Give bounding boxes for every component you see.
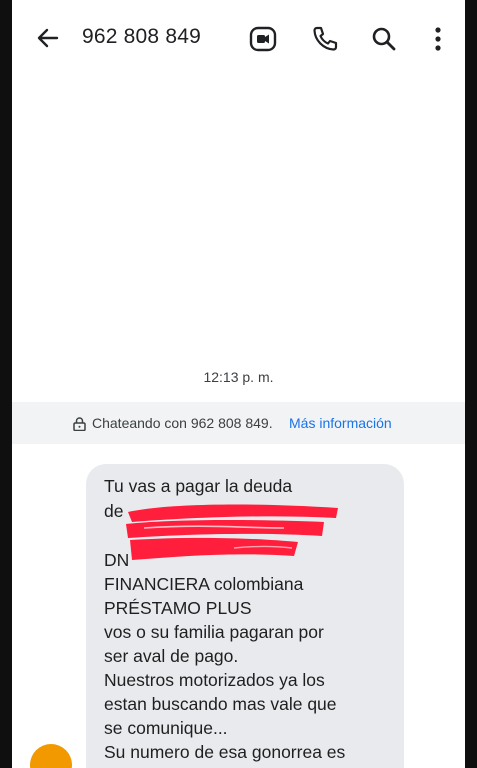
message-timestamp: 12:13 p. m. [203, 369, 274, 385]
message-line: FINANCIERA colombiana [104, 574, 304, 594]
redaction-scribble [126, 504, 338, 560]
message-line: PRÉSTAMO PLUS [104, 598, 252, 618]
message-line: vos o su familia pagaran por [104, 622, 324, 642]
app-bar: 962 808 849 [12, 0, 465, 78]
message-line: Tu vas a pagar la deuda [104, 476, 293, 496]
chatting-with-text: Chateando con 962 808 849. [92, 415, 273, 431]
message-line: Nuestros motorizados ya los [104, 670, 325, 690]
message-line: se comunique... [104, 718, 228, 738]
message-line: Su numero de esa gonorrea es [104, 742, 346, 762]
messages-screen: 962 808 849 12:13 p. m. Chateando con 96… [12, 0, 465, 768]
message-line: ser aval de pago. [104, 646, 239, 666]
message-line: estan buscando mas vale que [104, 694, 337, 714]
sender-avatar [30, 744, 72, 768]
more-info-link[interactable]: Más información [289, 415, 392, 431]
message-line: de [104, 501, 124, 521]
contact-phone-number[interactable]: 962 808 849 [82, 25, 201, 49]
back-arrow-icon[interactable] [34, 24, 62, 52]
phone-icon[interactable] [310, 24, 340, 54]
search-icon[interactable] [369, 24, 399, 54]
more-vert-icon[interactable] [423, 24, 453, 54]
chatting-with-bar: Chateando con 962 808 849. Más informaci… [12, 402, 465, 444]
lock-icon [73, 417, 86, 432]
video-call-icon[interactable] [248, 24, 278, 54]
